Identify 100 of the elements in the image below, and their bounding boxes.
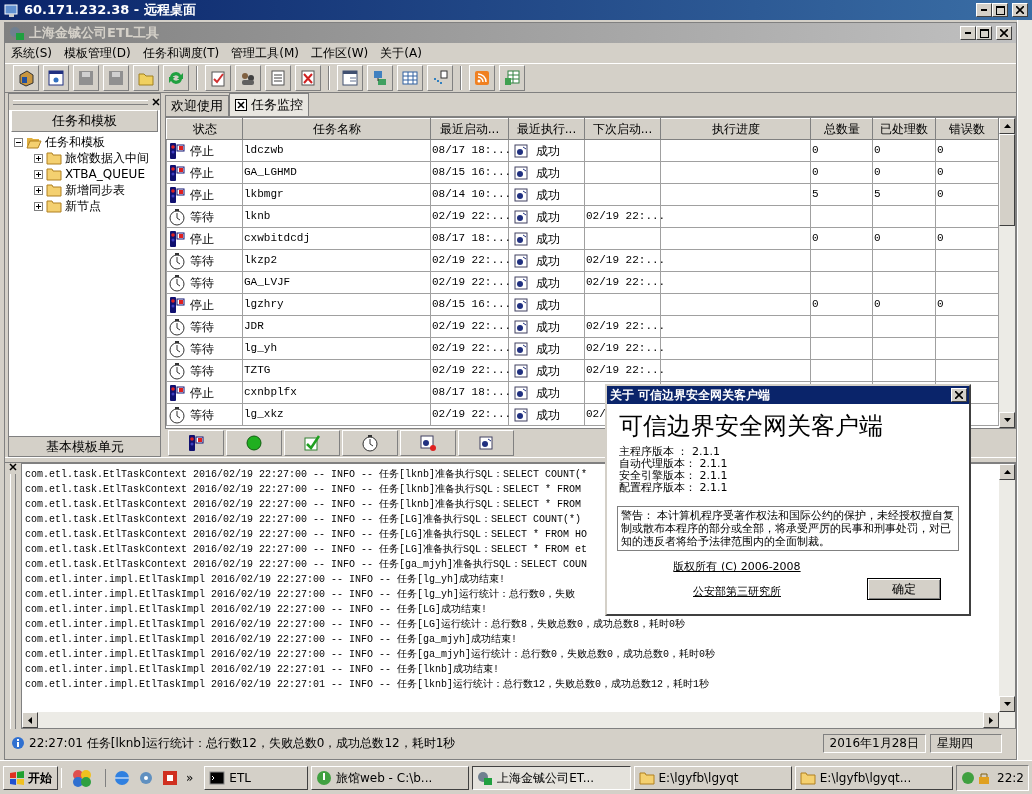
scroll-right-icon — [989, 716, 993, 724]
copyright-link[interactable]: 版权所有 (C) 2006-2008 — [673, 559, 801, 576]
scrollbar[interactable] — [999, 118, 1015, 428]
image-icon — [514, 275, 528, 290]
tab[interactable]: 欢迎使用 — [165, 95, 229, 116]
close-icon — [9, 463, 17, 471]
column-header[interactable]: 下次启动... — [584, 118, 661, 140]
tree-item[interactable]: 新节点 — [65, 197, 101, 215]
table-cell: 08/15 16:... — [430, 161, 509, 184]
app-icon — [9, 25, 25, 41]
status-cell: 等待 — [168, 273, 241, 292]
more-button[interactable]: » — [186, 768, 194, 787]
menu-item[interactable]: 工作区(W) — [305, 43, 375, 63]
table-cell: 5 — [872, 183, 936, 206]
scrollbar[interactable] — [1017, 20, 1032, 760]
image-icon — [514, 385, 528, 400]
minimize-button[interactable] — [960, 26, 976, 40]
square-icon — [162, 769, 178, 786]
taskbar-button[interactable]: ETL — [204, 765, 308, 790]
column-header[interactable]: 总数量 — [810, 118, 873, 140]
toolbar-button[interactable] — [168, 430, 224, 456]
column-header[interactable]: 最近执行... — [508, 118, 585, 140]
log-line: com.etl.inter.impl.EtlTaskImpl 2016/02/19 22:27:00 -- INFO -- 任务[ga_mjyh]运行统计：总行数0，失败总数0，成功总数0，耗时0秒 — [25, 647, 716, 662]
taskbar-button[interactable]: E:\lgyfb\lgyqt — [633, 765, 792, 790]
column-header[interactable]: 状态 — [166, 118, 243, 140]
ok-button[interactable]: 确定 — [867, 578, 941, 600]
stopwatch-icon — [168, 361, 186, 380]
status-cell: 停止 — [168, 163, 241, 182]
organization-link[interactable]: 公安部第三研究所 — [693, 583, 781, 600]
taskbar-button[interactable]: 上海金铖公司ET... — [472, 765, 631, 790]
scrollbar[interactable] — [999, 464, 1015, 712]
tab[interactable]: 任务监控 — [229, 93, 309, 116]
rss-icon — [473, 69, 491, 87]
tree-item[interactable]: 新增同步表 — [65, 181, 125, 199]
window-icon — [341, 69, 359, 87]
stopwatch-icon — [168, 251, 186, 270]
status-cell: 停止 — [168, 229, 241, 248]
table-cell: lg_xkz — [242, 403, 431, 426]
version-line: 安全引擎版本： 2.1.1 — [619, 470, 729, 482]
menu-item[interactable]: 模板管理(D) — [58, 43, 137, 63]
window-icon — [47, 69, 65, 87]
toolbar-button[interactable] — [43, 65, 69, 91]
column-header[interactable]: 已处理数 — [872, 118, 936, 140]
close-button[interactable] — [996, 26, 1012, 40]
stop-signal-icon — [168, 229, 186, 248]
image-icon — [514, 143, 528, 158]
taskbar-button[interactable]: 旅馆web - C:\b... — [311, 765, 470, 790]
menu-item[interactable]: 关于(A) — [374, 43, 428, 63]
menu-item[interactable]: 管理工具(M) — [225, 43, 305, 63]
table-cell: 0 — [810, 293, 873, 316]
image-icon — [419, 434, 437, 452]
minimize-button[interactable] — [976, 3, 992, 17]
dialog-title: 关于 可信边界安全网关客户端 — [610, 387, 771, 404]
close-icon — [1016, 6, 1024, 14]
maximize-icon — [979, 28, 989, 38]
toolbar-button[interactable] — [337, 65, 363, 91]
tree-item[interactable]: 旅馆数据入中间 — [65, 149, 149, 167]
scrollbar[interactable] — [22, 712, 1015, 728]
column-header[interactable]: 任务名称 — [242, 118, 431, 140]
log-line: com.etl.task.EtlTaskContext 2016/02/19 22:27:00 -- INFO -- 任务[lknb]准备执行SQL：SELECT * FROM — [25, 497, 582, 512]
tree-item[interactable]: XTBA_QUEUE — [65, 165, 145, 183]
result-cell: 成功 — [510, 229, 583, 248]
app-title: 上海金铖公司ETL工具 — [29, 24, 160, 43]
maximize-button[interactable] — [976, 26, 992, 40]
panel-header[interactable]: 任务和模板 — [11, 110, 158, 132]
image-icon — [514, 341, 528, 356]
toolbar-button[interactable] — [13, 65, 39, 91]
console-icon — [209, 769, 226, 786]
menu-item[interactable]: 系统(S) — [5, 43, 58, 63]
open-folder-icon — [26, 135, 42, 149]
start-button[interactable]: 开始 — [3, 765, 58, 790]
table-cell: 0 — [935, 227, 999, 250]
stop-signal-icon — [168, 295, 186, 314]
log-line: com.etl.task.EtlTaskContext 2016/02/19 22:27:00 -- INFO -- 任务[LG]准备执行SQL：SELECT * FROM HO — [25, 527, 588, 542]
table-cell: 0 — [810, 139, 873, 162]
image-icon — [514, 231, 528, 246]
close-button[interactable] — [1012, 3, 1028, 17]
table-cell: 0 — [810, 227, 873, 250]
taskbar-button[interactable]: E:\lgyfb\lgyqt... — [794, 765, 954, 790]
restore-button[interactable] — [992, 3, 1008, 17]
panel-footer[interactable]: 基本模板单元 — [9, 436, 160, 456]
table-cell: 0 — [810, 161, 873, 184]
version-line: 自动代理版本： 2.1.1 — [619, 458, 729, 470]
warning-text: 警告： 本计算机程序受著作权法和国际公约的保护，未经授权擅自复制或散布本程序的部分或全部，将承受严厉的民事和刑事处罚，对已知的违反者将给予法律范围内的全面制裁。 — [617, 506, 959, 551]
log-line: com.etl.inter.impl.EtlTaskImpl 2016/02/19 22:27:00 -- INFO -- 任务[lg_yh]运行统计：总行数0，失败 — [25, 587, 576, 602]
stop-signal-icon — [168, 185, 186, 204]
result-cell: 成功 — [510, 273, 583, 292]
close-button[interactable] — [951, 388, 967, 402]
column-header[interactable]: 最近启动... — [430, 118, 509, 140]
circles-icon — [70, 767, 94, 788]
toolbar-button[interactable] — [235, 65, 261, 91]
column-header[interactable]: 错误数 — [935, 118, 999, 140]
tree-item[interactable]: 任务和模板 — [45, 133, 105, 151]
clock: 22:2 — [997, 769, 1024, 787]
column-header[interactable]: 执行进度 — [660, 118, 811, 140]
menu-item[interactable]: 任务和调度(T) — [136, 43, 226, 63]
stop-signal-icon — [168, 141, 186, 160]
folder-icon — [46, 183, 62, 197]
table-cell: lknb — [242, 205, 431, 228]
image-icon — [514, 165, 528, 180]
